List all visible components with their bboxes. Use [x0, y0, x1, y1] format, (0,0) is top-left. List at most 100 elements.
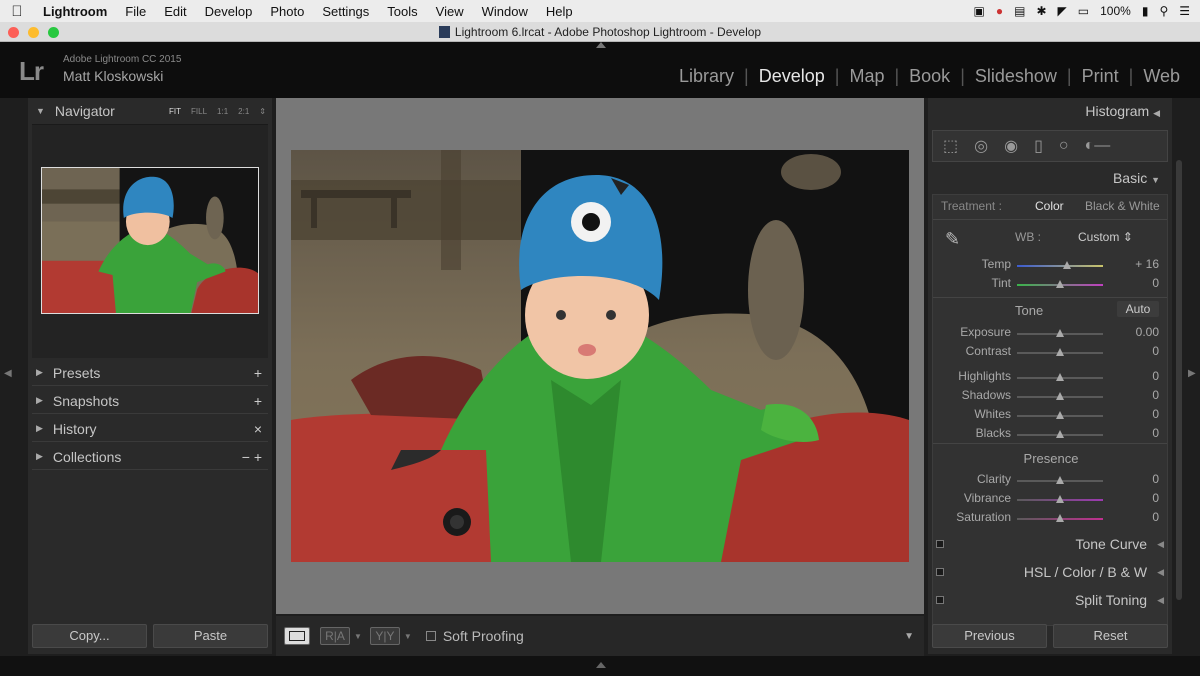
main-photo[interactable]	[291, 150, 909, 562]
slider-knob[interactable]	[1062, 261, 1071, 269]
menu-develop[interactable]: Develop	[196, 4, 262, 19]
hsl-section[interactable]: HSL / Color / B & W ◀	[932, 559, 1168, 585]
slider-track[interactable]	[1017, 265, 1103, 267]
zoom-dropdown-icon[interactable]: ⇕	[259, 107, 266, 116]
slider-row[interactable]: Exposure 0.00	[933, 325, 1169, 344]
screen-record-icon[interactable]: ▣	[974, 4, 985, 18]
slider-row[interactable]: Contrast 0	[933, 344, 1169, 363]
previous-button[interactable]: Previous	[932, 624, 1047, 648]
wb-select[interactable]: Custom ⇕	[1078, 230, 1133, 244]
loupe-view-button[interactable]	[284, 627, 310, 645]
white-balance-picker-icon[interactable]: ✎	[945, 229, 960, 250]
module-web[interactable]: Web	[1133, 66, 1190, 87]
before-after-dropdown-icon[interactable]: ▼	[354, 632, 362, 641]
add-preset-button[interactable]: +	[254, 365, 268, 381]
zoom-fill[interactable]: FILL	[191, 107, 207, 116]
menu-photo[interactable]: Photo	[261, 4, 313, 19]
menu-edit[interactable]: Edit	[155, 4, 195, 19]
slider-knob[interactable]	[1056, 348, 1064, 356]
module-map[interactable]: Map	[839, 66, 894, 87]
close-window-button[interactable]	[8, 27, 19, 38]
slider-row[interactable]: Vibrance 0	[933, 491, 1169, 510]
slider-value[interactable]: 0	[1109, 472, 1159, 486]
red-eye-icon[interactable]: ◉	[1004, 136, 1018, 156]
slider-knob[interactable]	[1056, 495, 1064, 503]
basic-header[interactable]: Basic ▼	[1113, 170, 1160, 186]
crop-tool-icon[interactable]: ⬚	[943, 136, 958, 156]
slider-knob[interactable]	[1056, 514, 1064, 522]
navigator-header[interactable]: ▼ Navigator FIT FILL 1:1 2:1 ⇕	[28, 98, 272, 124]
menu-file[interactable]: File	[116, 4, 155, 19]
slider-knob[interactable]	[1056, 280, 1064, 288]
bluetooth-icon[interactable]: ✱	[1036, 4, 1046, 18]
image-canvas[interactable]	[276, 98, 924, 614]
apple-icon[interactable]: 	[0, 3, 34, 20]
minimize-window-button[interactable]	[28, 27, 39, 38]
slider-value[interactable]: + 16	[1109, 257, 1159, 271]
slider-row[interactable]: Saturation 0	[933, 510, 1169, 529]
menu-view[interactable]: View	[427, 4, 473, 19]
soft-proofing-checkbox[interactable]	[425, 631, 436, 641]
airplay-icon[interactable]: ▭	[1078, 4, 1089, 18]
slider-value[interactable]: 0	[1109, 344, 1159, 358]
before-after-button[interactable]: R|A	[320, 627, 350, 645]
slider-knob[interactable]	[1056, 430, 1064, 438]
auto-tone-button[interactable]: Auto	[1117, 301, 1159, 317]
menu-settings[interactable]: Settings	[313, 4, 378, 19]
slider-value[interactable]: 0.00	[1109, 325, 1159, 339]
slider-value[interactable]: 0	[1109, 388, 1159, 402]
module-print[interactable]: Print	[1072, 66, 1129, 87]
panel-toggle-switch[interactable]	[936, 540, 944, 548]
tray-icon[interactable]: ▤	[1014, 4, 1025, 18]
menu-tools[interactable]: Tools	[378, 4, 426, 19]
paste-button[interactable]: Paste	[153, 624, 268, 648]
toolbar-options-icon[interactable]: ▼	[904, 631, 914, 642]
split-toning-section[interactable]: Split Toning ◀	[932, 587, 1168, 613]
add-snapshot-button[interactable]: +	[254, 393, 268, 409]
spotlight-icon[interactable]: ⚲	[1159, 4, 1168, 18]
right-panel-toggle-icon[interactable]: ▶	[1188, 368, 1196, 379]
slider-knob[interactable]	[1056, 411, 1064, 419]
battery-icon[interactable]: ▮	[1142, 4, 1149, 18]
slider-value[interactable]: 0	[1109, 491, 1159, 505]
presets-section[interactable]: ▶ Presets +	[32, 360, 268, 386]
swap-view-button[interactable]: Y|Y	[369, 627, 400, 645]
history-section[interactable]: ▶ History ×	[32, 416, 268, 442]
zoom-fit[interactable]: FIT	[169, 107, 181, 116]
menu-lightroom[interactable]: Lightroom	[34, 4, 116, 19]
slider-knob[interactable]	[1056, 476, 1064, 484]
histogram-header[interactable]: Histogram ◀	[1085, 103, 1160, 119]
slider-value[interactable]: 0	[1109, 369, 1159, 383]
slider-value[interactable]: 0	[1109, 510, 1159, 524]
treatment-bw-button[interactable]: Black & White	[1085, 199, 1160, 213]
spot-removal-icon[interactable]: ◎	[974, 136, 988, 156]
tone-curve-section[interactable]: Tone Curve ◀	[932, 531, 1168, 557]
module-slideshow[interactable]: Slideshow	[965, 66, 1067, 87]
copy-button[interactable]: Copy...	[32, 624, 147, 648]
graduated-filter-icon[interactable]: ▯	[1034, 136, 1043, 156]
right-panel-scrollbar[interactable]	[1176, 160, 1182, 600]
slider-row[interactable]: Temp + 16	[933, 257, 1169, 276]
slider-value[interactable]: 0	[1109, 407, 1159, 421]
slider-row[interactable]: Clarity 0	[933, 472, 1169, 491]
panel-toggle-switch[interactable]	[936, 568, 944, 576]
module-library[interactable]: Library	[669, 66, 744, 87]
panel-toggle-switch[interactable]	[936, 596, 944, 604]
zoom-2-1[interactable]: 2:1	[238, 107, 249, 116]
module-book[interactable]: Book	[899, 66, 960, 87]
snapshots-section[interactable]: ▶ Snapshots +	[32, 388, 268, 414]
slider-knob[interactable]	[1056, 329, 1064, 337]
filmstrip-toggle-icon[interactable]	[596, 662, 606, 668]
slider-row[interactable]: Highlights 0	[933, 369, 1169, 388]
module-develop[interactable]: Develop	[749, 66, 835, 87]
wifi-icon[interactable]: ◤	[1058, 4, 1067, 18]
slider-row[interactable]: Shadows 0	[933, 388, 1169, 407]
slider-knob[interactable]	[1056, 392, 1064, 400]
zoom-1-1[interactable]: 1:1	[217, 107, 228, 116]
reset-button[interactable]: Reset	[1053, 624, 1168, 648]
slider-value[interactable]: 0	[1109, 426, 1159, 440]
treatment-color-button[interactable]: Color	[1035, 199, 1064, 213]
clear-history-button[interactable]: ×	[254, 421, 268, 437]
radial-filter-icon[interactable]: ○	[1059, 137, 1069, 155]
notification-center-icon[interactable]: ☰	[1179, 4, 1190, 18]
